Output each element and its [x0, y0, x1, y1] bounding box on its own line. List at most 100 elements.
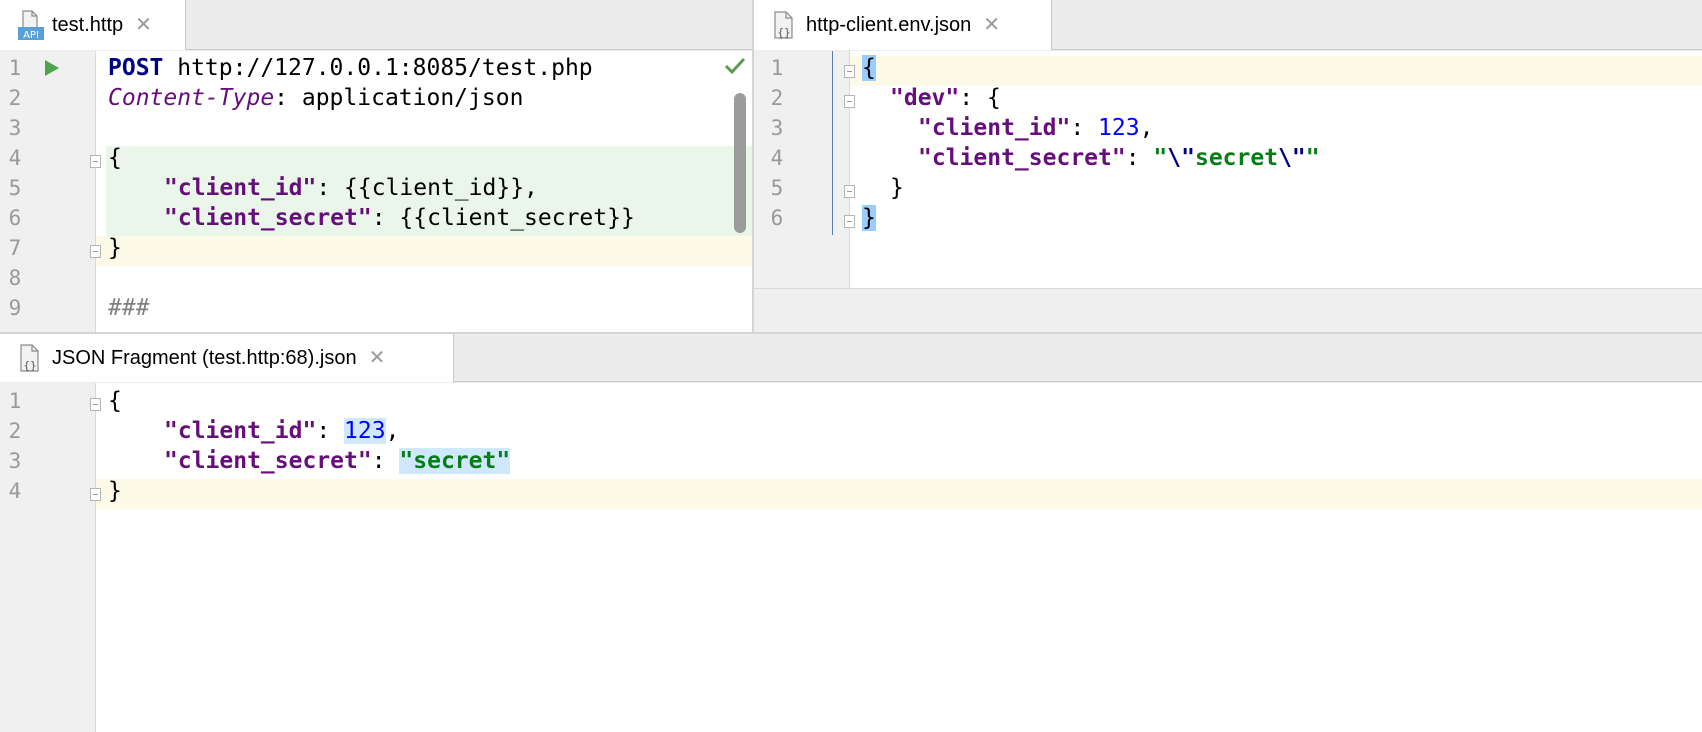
fold-marker-icon[interactable]	[90, 488, 101, 501]
code-line-3: "client_id": 123,	[918, 113, 1153, 143]
json-fragment-pane: {} JSON Fragment (test.http:68).json ✕ 1…	[0, 334, 1702, 732]
header-name: Content-Type	[108, 85, 275, 111]
json-key: "client_secret"	[918, 145, 1126, 171]
line-number: 4	[770, 146, 784, 170]
vertical-scrollbar[interactable]	[734, 93, 746, 233]
json-escape: \"	[1278, 145, 1306, 171]
empty-area	[754, 288, 1702, 332]
close-tab-icon[interactable]: ✕	[369, 348, 386, 368]
code-line-3: "client_secret": "secret"	[164, 446, 511, 476]
editor-area[interactable]: 1 2 3 4 5 6 7 8 9 POST http://127.0.0.1:…	[0, 51, 752, 332]
line-number: 3	[8, 449, 22, 473]
svg-text:API: API	[23, 30, 39, 41]
brace: }	[108, 235, 122, 261]
json-string: secret	[1194, 145, 1279, 171]
code-line-6: "client_secret": {{client_secret}}	[164, 203, 635, 233]
line-number: 1	[8, 56, 22, 80]
json-string: "secret"	[399, 448, 511, 474]
brace: }	[108, 478, 122, 504]
line-number: 5	[8, 176, 22, 200]
tab-http-client-env-json[interactable]: {} http-client.env.json ✕	[754, 0, 1052, 50]
json-punct: :	[1070, 115, 1099, 141]
json-punct: ,	[1139, 115, 1154, 141]
checkmark-icon	[724, 57, 746, 79]
json-string: "	[1153, 145, 1168, 171]
fold-marker-icon[interactable]	[844, 185, 855, 198]
fold-marker-icon[interactable]	[844, 65, 855, 78]
code-line-4: }	[108, 476, 122, 506]
json-string: "	[1305, 145, 1320, 171]
json-escape: \"	[1167, 145, 1195, 171]
editor-tab-bar: API test.http ✕	[0, 0, 752, 50]
api-file-icon: API	[18, 9, 44, 41]
code-line-2: Content-Type: application/json	[108, 83, 523, 113]
current-line-highlight	[96, 479, 1702, 509]
json-punct: :	[1125, 145, 1154, 171]
json-key: "client_id"	[164, 175, 317, 201]
tab-test-http[interactable]: API test.http ✕	[0, 0, 186, 50]
current-line-highlight	[850, 56, 1702, 86]
code-line-5: }	[890, 173, 904, 203]
editor-area[interactable]: 1 2 3 4 5 6 { "dev": { "client_id": 123,…	[754, 51, 1702, 288]
json-value: : {{client_secret}}	[371, 205, 635, 231]
fold-marker-icon[interactable]	[90, 245, 101, 258]
editor-tab-bar: {} http-client.env.json ✕	[754, 0, 1702, 50]
svg-text:{}: {}	[777, 26, 790, 39]
json-number: 123	[344, 418, 386, 444]
json-number: 123	[1098, 115, 1140, 141]
brace: }	[890, 175, 904, 201]
line-number: 7	[8, 236, 22, 260]
code-line-2: "dev": {	[890, 83, 1001, 113]
json-key: "client_id"	[918, 115, 1071, 141]
matched-brace: {	[862, 55, 876, 81]
run-request-icon[interactable]	[44, 59, 60, 81]
json-file-icon: {}	[772, 9, 798, 41]
code-line-4: {	[108, 143, 122, 173]
line-number: 4	[8, 479, 22, 503]
close-tab-icon[interactable]: ✕	[135, 15, 152, 35]
json-key: "dev"	[890, 85, 960, 111]
line-number: 6	[8, 206, 22, 230]
fold-marker-icon[interactable]	[90, 155, 101, 168]
tab-json-fragment[interactable]: {} JSON Fragment (test.http:68).json ✕	[0, 334, 454, 382]
code-line-7: }	[108, 233, 122, 263]
fold-marker-icon[interactable]	[844, 95, 855, 108]
close-tab-icon[interactable]: ✕	[983, 15, 1000, 35]
tab-label: JSON Fragment (test.http:68).json	[52, 346, 357, 369]
code-line-5: "client_id": {{client_id}},	[164, 173, 538, 203]
http-editor-pane: API test.http ✕ 1 2 3 4 5 6 7 8 9 POST h…	[0, 0, 752, 332]
svg-text:{}: {}	[23, 359, 36, 372]
line-number: 2	[770, 86, 784, 110]
line-number: 3	[770, 116, 784, 140]
header-value: : application/json	[274, 85, 524, 111]
line-number: 8	[8, 266, 22, 290]
fold-marker-icon[interactable]	[844, 215, 855, 228]
line-number: 2	[8, 86, 22, 110]
code-line-4: "client_secret": "\"secret\""	[918, 143, 1320, 173]
json-punct: : {	[959, 85, 1001, 111]
tab-label: test.http	[52, 13, 124, 36]
editor-area[interactable]: 1 2 3 4 { "client_id": 123, "client_secr…	[0, 383, 1702, 732]
code-line-6: }	[862, 203, 876, 233]
current-line-highlight	[96, 236, 752, 266]
line-number: 6	[770, 206, 784, 230]
line-number: 2	[8, 419, 22, 443]
line-number: 1	[770, 56, 784, 80]
code-line-1: {	[108, 386, 122, 416]
code-line-2: "client_id": 123,	[164, 416, 399, 446]
line-number: 1	[8, 389, 22, 413]
brace: {	[108, 145, 122, 171]
line-number: 9	[8, 296, 22, 320]
http-method: POST	[108, 55, 164, 81]
request-url: http://127.0.0.1:8085/test.php	[163, 55, 593, 81]
line-number: 4	[8, 146, 22, 170]
json-value: : {{client_id}},	[316, 175, 538, 201]
code-line-1: {	[862, 53, 876, 83]
line-number: 5	[770, 176, 784, 200]
json-punct: :	[371, 448, 400, 474]
json-key: "client_secret"	[164, 205, 372, 231]
line-number: 3	[8, 116, 22, 140]
json-file-icon: {}	[18, 342, 44, 374]
fold-marker-icon[interactable]	[90, 398, 101, 411]
env-json-pane: {} http-client.env.json ✕ 1 2 3 4 5 6 { …	[754, 0, 1702, 332]
